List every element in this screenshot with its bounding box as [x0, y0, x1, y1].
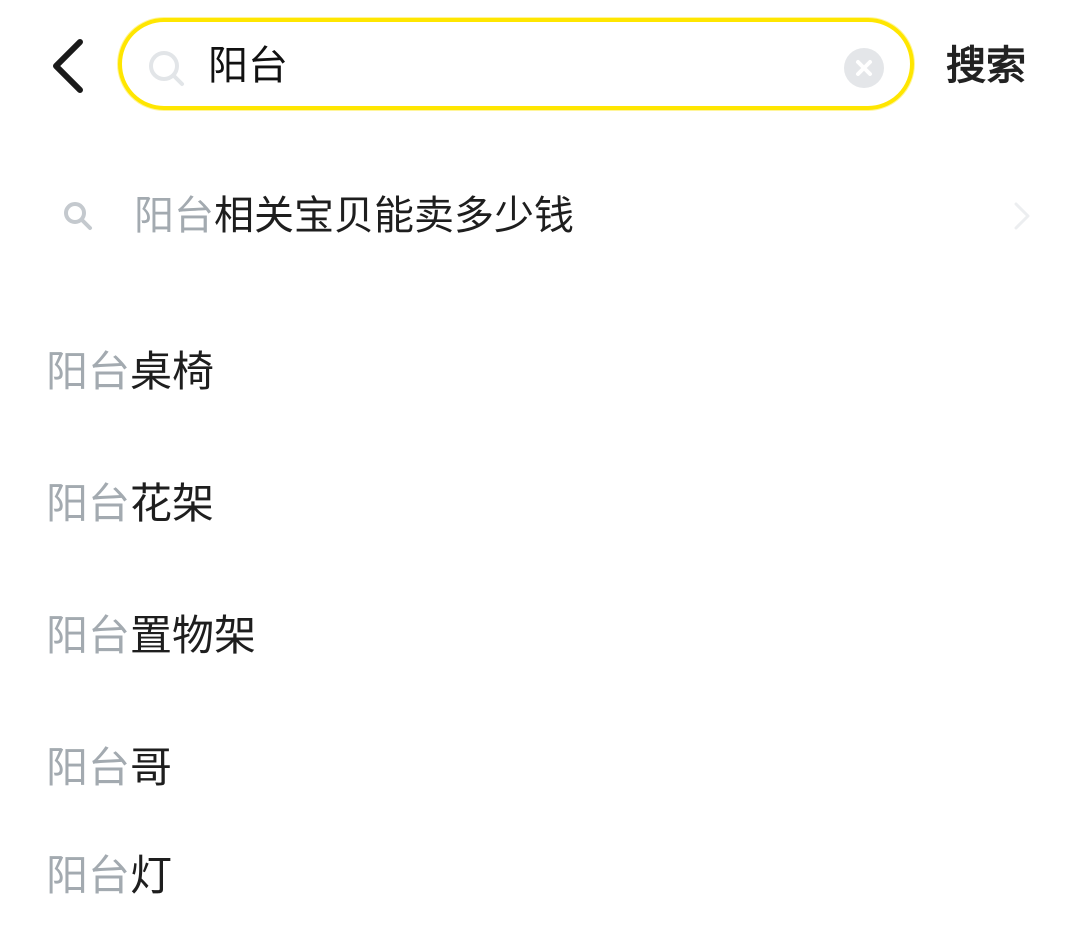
list-item[interactable]: 阳台置物架: [0, 586, 1078, 686]
clear-circle-icon[interactable]: [844, 48, 884, 88]
suggestion-highlight: 阳台: [134, 193, 214, 239]
list-item-highlight: 阳台: [46, 743, 131, 792]
search-input[interactable]: [208, 36, 808, 96]
list-item-label: 阳台灯: [46, 846, 172, 906]
suggestion-rest: 相关宝贝能卖多少钱: [214, 193, 574, 239]
chevron-right-icon: [1014, 202, 1030, 230]
list-item-highlight: 阳台: [46, 347, 131, 396]
list-item-rest: 哥: [130, 743, 173, 792]
search-box[interactable]: [118, 18, 914, 110]
search-icon: [149, 51, 184, 86]
search-button[interactable]: 搜索: [946, 36, 1046, 96]
list-item-label: 阳台哥: [46, 738, 172, 798]
list-item[interactable]: 阳台哥: [0, 718, 1078, 818]
list-item-rest: 花架: [130, 479, 215, 528]
search-header: 搜索: [0, 0, 1078, 130]
list-item-label: 阳台置物架: [46, 606, 256, 666]
list-item-label: 阳台花架: [46, 474, 214, 534]
list-item-highlight: 阳台: [46, 611, 131, 660]
list-item-rest: 桌椅: [130, 347, 215, 396]
list-item-highlight: 阳台: [46, 851, 131, 900]
list-item-rest: 灯: [130, 851, 173, 900]
list-item[interactable]: 阳台花架: [0, 454, 1078, 554]
list-item-rest: 置物架: [130, 611, 257, 660]
suggestion-row[interactable]: 阳台相关宝贝能卖多少钱: [0, 180, 1078, 254]
list-item-highlight: 阳台: [46, 479, 131, 528]
list-item[interactable]: 阳台桌椅: [0, 322, 1078, 422]
list-item-label: 阳台桌椅: [46, 342, 214, 402]
suggestion-text: 阳台相关宝贝能卖多少钱: [134, 186, 574, 246]
back-button[interactable]: [40, 36, 96, 96]
search-icon: [64, 202, 92, 230]
list-item[interactable]: 阳台灯: [0, 826, 1078, 926]
chevron-left-icon: [53, 39, 83, 93]
